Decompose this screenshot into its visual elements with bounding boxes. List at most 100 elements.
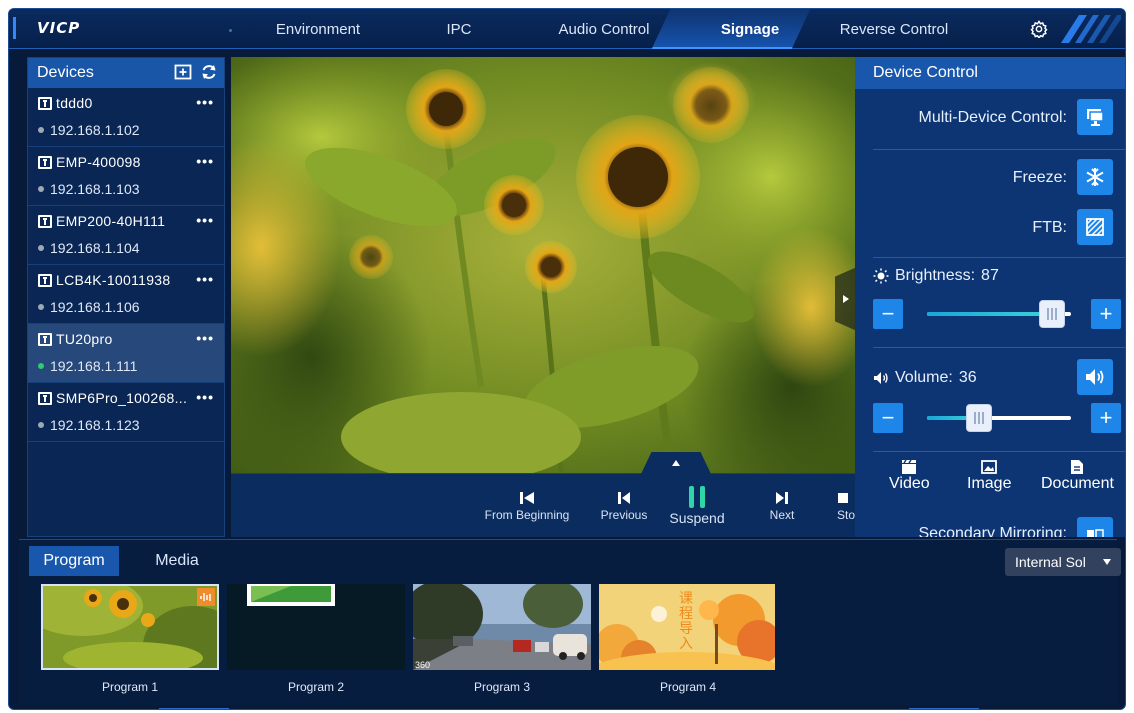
device-more-button[interactable]: •••: [196, 271, 214, 287]
volume-decrease-button[interactable]: −: [873, 403, 903, 433]
device-ip: 192.168.1.102: [50, 122, 140, 138]
device-control-panel: Device Control Multi-Device Control: Fre…: [855, 57, 1125, 537]
sunflower-preview-image: [231, 57, 855, 473]
image-button[interactable]: Image: [967, 459, 1011, 493]
brightness-row: Brightness: 87: [873, 267, 999, 285]
program-label: Program 3: [473, 680, 531, 694]
device-list-item[interactable]: EMP-400098 ••• 192.168.1.103: [28, 147, 224, 206]
preview-screen: [231, 57, 855, 473]
refresh-icon[interactable]: [200, 63, 218, 86]
tab-media[interactable]: Media: [137, 546, 217, 576]
brightness-slider-track[interactable]: [927, 300, 1071, 328]
device-list-item[interactable]: SMP6Pro_100268... ••• 192.168.1.123: [28, 383, 224, 442]
device-ip: 192.168.1.104: [50, 240, 140, 256]
speaker-icon: [874, 372, 888, 384]
devices-title: Devices: [37, 64, 94, 81]
volume-value: 36: [958, 369, 977, 386]
device-tv-icon: [38, 273, 52, 287]
device-tv-icon: [38, 96, 52, 110]
freeze-button[interactable]: [1077, 159, 1113, 195]
offline-status-dot: [38, 422, 44, 428]
previous-button[interactable]: Previous: [591, 488, 657, 522]
secondary-mirroring-button[interactable]: [1077, 517, 1113, 537]
expand-side-panel-tab[interactable]: [835, 267, 857, 331]
program-thumbnail-4[interactable]: 课程导入: [599, 584, 775, 670]
nav-tab-ipc[interactable]: IPC: [419, 9, 499, 49]
snowflake-icon: [1086, 168, 1104, 186]
device-more-button[interactable]: •••: [196, 330, 214, 346]
monitor-icon: [1087, 109, 1104, 126]
collapse-preview-tab[interactable]: [641, 452, 711, 474]
add-device-icon[interactable]: [174, 63, 192, 86]
brightness-slider-thumb[interactable]: [1039, 300, 1065, 328]
previous-icon: [618, 492, 630, 504]
stop-icon: [838, 493, 848, 503]
online-status-dot: [38, 363, 44, 369]
volume-slider-track[interactable]: [927, 404, 1071, 432]
nav-divider-dot: [229, 29, 232, 32]
sun-icon: [873, 268, 889, 284]
device-more-button[interactable]: •••: [196, 94, 214, 110]
device-more-button[interactable]: •••: [196, 389, 214, 405]
device-name: LCB4K-10011938: [56, 272, 171, 288]
device-list-item[interactable]: EMP200-40H111 ••• 192.168.1.104: [28, 206, 224, 265]
device-tv-icon: [38, 214, 52, 228]
from-beginning-button[interactable]: From Beginning: [477, 488, 577, 522]
next-icon: [776, 492, 788, 504]
document-label: Document: [1041, 475, 1114, 492]
nav-tab-environment[interactable]: Environment: [245, 9, 391, 49]
image-icon: [981, 460, 998, 474]
thumbnail-overlay-text: 360: [415, 660, 431, 670]
volume-row: Volume: 36: [873, 369, 977, 387]
chevron-up-icon: [672, 460, 680, 466]
gear-icon[interactable]: [1029, 19, 1049, 39]
brand-logo: VICP: [37, 19, 81, 37]
device-ip: 192.168.1.123: [50, 417, 140, 433]
program-2-image: [227, 584, 405, 670]
mirroring-icon: [1087, 529, 1104, 537]
fade-to-black-icon: [1086, 218, 1104, 236]
next-button[interactable]: Next: [757, 488, 807, 522]
video-label: Video: [889, 475, 930, 492]
decor-stripes: [1061, 15, 1121, 43]
app-window: VICP Environment IPC Audio Control Signa…: [8, 8, 1126, 710]
ftb-button[interactable]: [1077, 209, 1113, 245]
offline-status-dot: [38, 127, 44, 133]
brightness-decrease-button[interactable]: −: [873, 299, 903, 329]
divider: [873, 451, 1125, 452]
tab-program[interactable]: Program: [29, 546, 119, 576]
brightness-label: Brightness:: [895, 267, 976, 284]
device-name: SMP6Pro_100268...: [56, 390, 188, 406]
program-thumbnail-3[interactable]: 360: [413, 584, 591, 670]
brightness-increase-button[interactable]: +: [1091, 299, 1121, 329]
multi-device-control-button[interactable]: [1077, 99, 1113, 135]
program-thumbnail-1[interactable]: [41, 584, 219, 670]
pause-icon: [689, 486, 705, 508]
device-list-item-selected[interactable]: TU20pro ••• 192.168.1.111: [28, 324, 224, 383]
source-select[interactable]: Internal Sol: [1005, 548, 1121, 576]
video-button[interactable]: Video: [889, 459, 930, 493]
volume-slider-thumb[interactable]: [966, 404, 992, 432]
brand-accent: [13, 17, 16, 39]
nav-tab-reverse-control[interactable]: Reverse Control: [819, 9, 969, 49]
device-list-item[interactable]: tddd0 ••• 192.168.1.102: [28, 88, 224, 147]
bottom-decor-line: [159, 708, 229, 709]
suspend-button[interactable]: Suspend: [667, 484, 727, 526]
program-media-section: Program Media Internal Sol Program 1 Pro…: [19, 539, 1121, 705]
nav-tab-audio-control[interactable]: Audio Control: [539, 9, 669, 49]
device-more-button[interactable]: •••: [196, 153, 214, 169]
program-label: Program 1: [101, 680, 159, 694]
offline-status-dot: [38, 245, 44, 251]
from-beginning-label: From Beginning: [484, 508, 570, 522]
multi-device-control-label: Multi-Device Control:: [918, 109, 1067, 126]
source-select-value: Internal Sol: [1015, 554, 1086, 570]
device-more-button[interactable]: •••: [196, 212, 214, 228]
offline-status-dot: [38, 186, 44, 192]
volume-increase-button[interactable]: +: [1091, 403, 1121, 433]
program-label: Program 2: [287, 680, 345, 694]
document-button[interactable]: Document: [1041, 459, 1114, 493]
program-thumbnail-2[interactable]: [227, 584, 405, 670]
nav-tab-signage[interactable]: Signage: [695, 9, 805, 49]
mute-button[interactable]: [1077, 359, 1113, 395]
device-list-item[interactable]: LCB4K-10011938 ••• 192.168.1.106: [28, 265, 224, 324]
